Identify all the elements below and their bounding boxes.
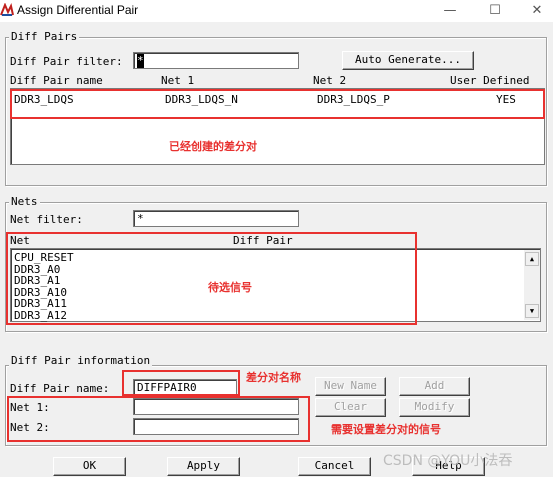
col-diff-pair-name: Diff Pair name [10, 74, 103, 87]
window-title: Assign Differential Pair [17, 3, 139, 17]
pair-nets-highlight [7, 396, 310, 442]
created-pairs-annotation: 已经创建的差分对 [169, 140, 257, 153]
pair-name-highlight [122, 370, 240, 396]
net-list-scrollbar[interactable]: ▲ ▼ [524, 250, 540, 320]
pair-name-annotation: 差分对名称 [246, 371, 301, 384]
net-filter-value: * [137, 212, 144, 225]
watermark: CSDN @YOU小法吞 [383, 453, 513, 469]
col-user-defined: User Defined [450, 74, 530, 87]
maximize-button[interactable]: ☐ [480, 2, 510, 20]
diff-pair-filter-input[interactable]: * [133, 52, 299, 69]
created-pairs-highlight [10, 89, 545, 119]
add-button[interactable]: Add [399, 377, 470, 396]
candidate-nets-annotation: 待选信号 [208, 281, 252, 294]
new-name-button[interactable]: New Name [315, 377, 386, 396]
scroll-down-button[interactable]: ▼ [525, 304, 539, 318]
auto-generate-button[interactable]: Auto Generate... [342, 51, 474, 70]
diff-pair-name-label: Diff Pair name: [10, 382, 110, 395]
minimize-button[interactable]: — [435, 2, 465, 20]
col-net-2: Net 2 [313, 74, 347, 87]
diff-pair-info-group-title: Diff Pair information [9, 354, 153, 367]
app-icon [0, 3, 14, 16]
cancel-button[interactable]: Cancel [298, 457, 371, 476]
diff-pairs-group-title: Diff Pairs [9, 30, 80, 43]
col-net-1: Net 1 [161, 74, 195, 87]
nets-group-title: Nets [9, 195, 40, 208]
diff-pair-filter-value: * [137, 54, 144, 68]
ok-button[interactable]: OK [53, 457, 126, 476]
pair-nets-annotation: 需要设置差分对的信号 [331, 423, 441, 436]
apply-button[interactable]: Apply [167, 457, 240, 476]
net-filter-input[interactable]: * [133, 210, 299, 227]
diff-pair-filter-label: Diff Pair filter: [10, 55, 123, 68]
scroll-up-button[interactable]: ▲ [525, 252, 539, 266]
modify-button[interactable]: Modify [399, 398, 470, 417]
net-filter-label: Net filter: [10, 213, 83, 226]
title-bar: Assign Differential Pair — ☐ ✕ [0, 0, 553, 22]
close-button[interactable]: ✕ [522, 2, 552, 20]
clear-button[interactable]: Clear [315, 398, 386, 417]
